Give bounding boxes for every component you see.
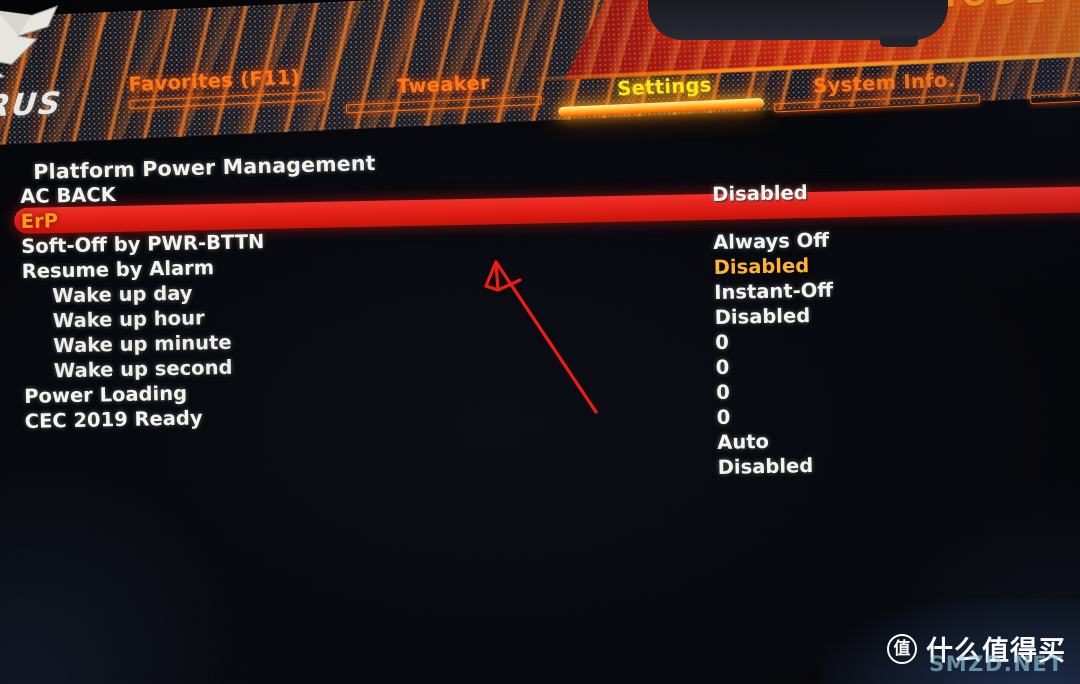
tab-system-info[interactable]: System Info. — [774, 67, 981, 113]
monitor-bezel-nub — [880, 36, 918, 47]
tab-settings[interactable]: Settings — [558, 71, 765, 118]
aorus-logo-text: ORUS — [0, 86, 64, 126]
tab-tweaker[interactable]: Tweaker — [345, 69, 542, 114]
tab-tweaker-label: Tweaker — [396, 71, 491, 99]
monitor-bezel-reflection — [648, 0, 948, 40]
smzdm-logo-icon: 值 — [887, 633, 917, 664]
smzdm-ghost-text: SMZD.NET — [929, 652, 1064, 676]
settings-label-column: AC BACK ErP Soft-Off by PWR-BTTN Resume by … — [20, 171, 665, 459]
bios-screen: ADVANCED MODE ORUS Favorites (F11) Tweak… — [0, 0, 1080, 684]
smzdm-watermark: 值 什么值得买 SMZD.NET — [820, 598, 1080, 684]
settings-value-column: Disabled Always Off Disabled Instant-Off Dis… — [712, 175, 1058, 480]
setting-row-value[interactable]: Disabled — [712, 175, 1052, 207]
aorus-logo: ORUS — [0, 1, 135, 139]
